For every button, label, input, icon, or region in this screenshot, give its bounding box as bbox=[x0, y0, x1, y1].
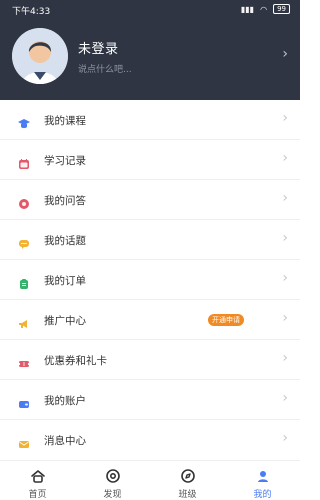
status-bar: 下午4:33 ▮▮▮ ◠ 99 bbox=[0, 0, 300, 18]
chevron-right-icon: › bbox=[282, 270, 288, 286]
menu-item-label: 我的订单 bbox=[44, 275, 86, 287]
wallet-icon bbox=[18, 395, 30, 408]
chevron-right-icon: › bbox=[282, 150, 288, 166]
chevron-right-icon: › bbox=[282, 350, 288, 366]
menu-item-my-qa[interactable]: 我的问答 › bbox=[0, 180, 300, 220]
chevron-right-icon: › bbox=[282, 190, 288, 206]
avatar-illustration bbox=[12, 28, 68, 84]
home-icon bbox=[30, 468, 46, 484]
discover-icon bbox=[105, 468, 121, 484]
settings-menu: 我的课程 › 学习记录 › 我的问答 › 我的话题 › 我的订单 › 推广中心 bbox=[0, 100, 300, 460]
question-icon bbox=[18, 195, 30, 209]
menu-item-label: 我的账户 bbox=[44, 395, 86, 407]
profile-name[interactable]: 未登录 bbox=[78, 38, 119, 57]
nav-home[interactable]: 首页 bbox=[0, 461, 75, 500]
profile-subtitle: 说点什么吧... bbox=[78, 65, 132, 75]
signal-icon: ▮▮▮ bbox=[240, 4, 255, 14]
nav-label: 班级 bbox=[178, 490, 197, 500]
menu-item-label: 我的话题 bbox=[44, 235, 86, 247]
compass-icon bbox=[180, 468, 196, 484]
chevron-right-icon: › bbox=[282, 430, 288, 446]
nav-label: 发现 bbox=[103, 490, 122, 500]
chevron-right-icon: › bbox=[282, 110, 288, 126]
menu-item-label: 我的课程 bbox=[44, 115, 86, 127]
nav-label: 我的 bbox=[253, 490, 272, 500]
menu-item-my-topics[interactable]: 我的话题 › bbox=[0, 220, 300, 260]
menu-item-promotion-center[interactable]: 推广中心 开通申请 › bbox=[0, 300, 300, 340]
nav-class[interactable]: 班级 bbox=[150, 461, 225, 500]
chevron-right-icon: › bbox=[282, 310, 288, 326]
avatar[interactable] bbox=[12, 28, 68, 84]
bottom-nav: 首页 发现 班级 我的 bbox=[0, 460, 300, 500]
menu-item-label: 学习记录 bbox=[44, 155, 86, 167]
clipboard-icon bbox=[18, 275, 30, 289]
menu-item-my-courses[interactable]: 我的课程 › bbox=[0, 100, 300, 140]
chevron-right-icon[interactable]: › bbox=[282, 46, 288, 62]
user-icon bbox=[255, 468, 271, 484]
menu-item-label: 消息中心 bbox=[44, 435, 86, 447]
wifi-icon: ◠ bbox=[260, 4, 268, 14]
menu-item-learning-history[interactable]: 学习记录 › bbox=[0, 140, 300, 180]
menu-item-my-orders[interactable]: 我的订单 › bbox=[0, 260, 300, 300]
menu-item-label: 优惠券和礼卡 bbox=[44, 355, 107, 367]
battery-level: 99 bbox=[277, 5, 286, 13]
status-icons: ▮▮▮ ◠ 99 bbox=[241, 4, 290, 14]
ticket-icon bbox=[17, 355, 31, 367]
profile-header[interactable]: 下午4:33 ▮▮▮ ◠ 99 未登录 说点什么吧... › bbox=[0, 0, 300, 100]
calendar-icon bbox=[18, 155, 30, 169]
nav-discover[interactable]: 发现 bbox=[75, 461, 150, 500]
envelope-icon bbox=[18, 435, 30, 448]
nav-me[interactable]: 我的 bbox=[225, 461, 300, 500]
menu-item-label: 我的问答 bbox=[44, 195, 86, 207]
graduation-cap-icon bbox=[18, 115, 30, 129]
chevron-right-icon: › bbox=[282, 390, 288, 406]
menu-item-coupons-gift-cards[interactable]: 优惠券和礼卡 › bbox=[0, 340, 300, 380]
battery-icon: 99 bbox=[273, 4, 290, 14]
status-time: 下午4:33 bbox=[12, 7, 51, 17]
menu-item-label: 推广中心 bbox=[44, 315, 86, 327]
menu-item-my-account[interactable]: 我的账户 › bbox=[0, 380, 300, 420]
chat-bubble-icon bbox=[18, 235, 30, 249]
nav-label: 首页 bbox=[28, 490, 47, 500]
apply-badge[interactable]: 开通申请 bbox=[208, 314, 244, 326]
megaphone-icon bbox=[18, 315, 30, 328]
chevron-right-icon: › bbox=[282, 230, 288, 246]
menu-item-message-center[interactable]: 消息中心 › bbox=[0, 420, 300, 460]
